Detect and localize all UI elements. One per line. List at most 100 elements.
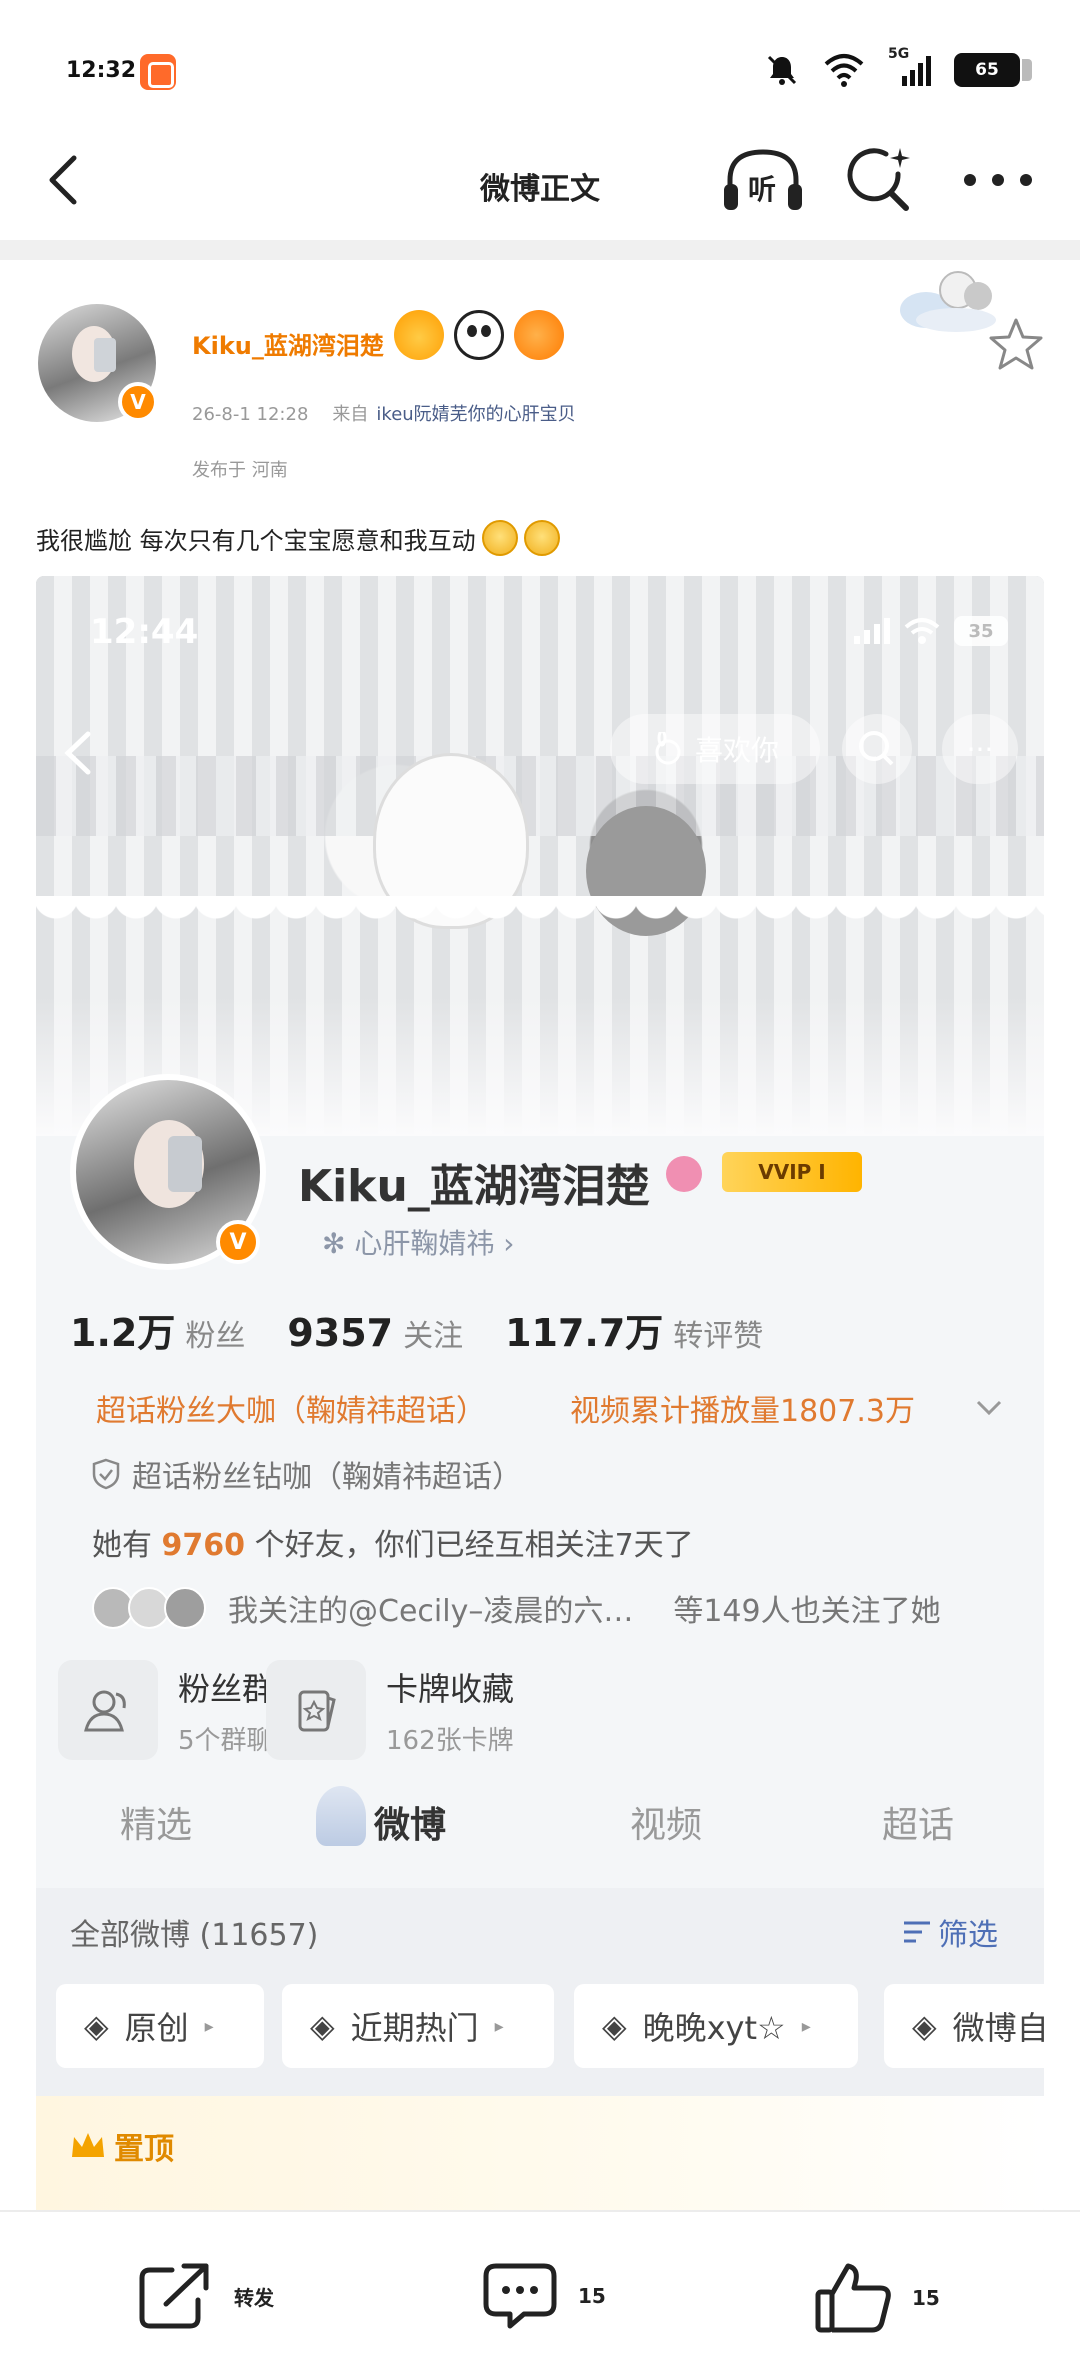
like-button[interactable]: 15 [814,2260,940,2336]
pinned-label: 置顶 [70,2124,174,2168]
shot-tab-featured: 精选 [120,1805,193,1846]
shot-profile-tabs: 精选 微博 视频 超话 [36,1782,1044,1862]
super-topic-fan-label: 超话粉丝大咖（鞠婧祎超话） [96,1394,486,1429]
action-bar: 转发 15 15 [0,2210,1080,2372]
mute-icon [767,55,797,85]
fan-group-card: 粉丝群 5个群聊 [58,1660,274,1760]
section-divider [0,240,1080,260]
status-icons: 5G 65 [764,46,1032,88]
shot-verified-badge: V [216,1220,260,1264]
video-plays-label: 视频累计播放量1807.3万 [570,1394,915,1429]
chip-original: ◈ 原创 ▸ [56,1984,264,2068]
post-text: 我很尴尬 每次只有几个宝宝愿意和我互动 [36,520,560,556]
listen-label: 听 [748,173,777,206]
comment-icon [483,2263,557,2329]
card-collection-icon [266,1660,366,1760]
shot-tab-video: 视频 [630,1805,703,1846]
filter-icon [904,1921,930,1943]
shot-tab-topic: 超话 [882,1805,955,1846]
chevron-down-icon [976,1400,1002,1416]
more-icon[interactable] [960,156,1036,204]
fans-count: 1.2万 [70,1311,176,1355]
layers-icon: ◈ [310,2007,335,2045]
pinned-bar [36,2096,1044,2216]
from-label: 来自 [332,404,369,425]
post-source[interactable]: ikeu阮婧芜你的心肝宝贝 [376,404,575,425]
wifi-icon [824,54,864,87]
banner-lace [36,896,1044,956]
user-badges [394,310,564,360]
share-icon [139,2263,209,2329]
layers-icon: ◈ [602,2007,627,2045]
mutual-follow-line: 我关注的@Cecily–凌晨的六… 等149人也关注了她 [92,1586,941,1630]
fans-label: 粉丝 [185,1319,246,1354]
comment-count: 15 [578,2284,606,2308]
shot-vvip-badge: VVIP I [722,1152,862,1192]
cupcake-tab-icon [316,1786,366,1846]
mutual-count: 等149人也关注了她 [673,1594,941,1629]
shot-profile-name: Kiku_蓝湖湾泪楚 [298,1161,650,1212]
shot-search-icon [842,714,912,784]
fan-group-icon [58,1660,158,1760]
goldfish-badge-icon[interactable] [514,310,564,360]
shot-pink-badge-icon [666,1156,702,1192]
mutual-text: 我关注的@Cecily–凌晨的六… [228,1594,634,1629]
mutual-avatar-3 [164,1587,206,1629]
ai-search-icon[interactable] [842,144,914,216]
nav-bar: 微博正文 听 [0,130,1080,240]
friends-line: 她有 9760 个好友，你们已经互相关注7天了 [92,1528,694,1563]
author-name[interactable]: Kiku_蓝湖湾泪楚 [192,326,384,361]
post-location: 发布于 河南 [192,460,288,481]
shot-status-icons: 35 [854,616,1008,646]
engagement-count: 117.7万 [505,1311,664,1355]
chip-hot: ◈ 近期热门 ▸ [282,1984,554,2068]
shot-tagline: ✻ 心肝鞠婧祎 › [322,1227,515,1260]
repost-button[interactable]: 转发 [136,2260,274,2332]
chip-weibo-more: ◈ 微博自 [884,1984,1044,2068]
crown-badge-icon[interactable] [394,310,444,360]
repost-label: 转发 [234,2285,274,2310]
shot-stats: 1.2万 粉丝 9357 关注 117.7万 转评赞 [70,1302,763,1357]
verified-badge: V [118,382,158,422]
shot-wifi-icon [904,618,940,644]
panda-badge-icon[interactable] [454,310,504,360]
post-body: 我很尴尬 每次只有几个宝宝愿意和我互动 [36,526,476,555]
shot-signal-icon [854,618,890,644]
fan-group-sub: 5个群聊 [178,1725,273,1756]
post-image[interactable]: 12:44 35 喜欢你 ··· V Kiku_蓝湖湾泪楚 VVIP I ✻ 心… [36,576,1044,2216]
crown-icon [72,2133,104,2157]
favorite-star-icon[interactable] [988,316,1044,372]
shot-like-button: 喜欢你 [610,714,820,784]
thumbs-up-icon [815,2263,891,2333]
shot-filter: 筛选 [902,1910,998,1954]
page-title: 微博正文 [480,172,600,207]
shot-like-label: 喜欢你 [694,734,779,767]
chip-custom: ◈ 晚晚xyt☆ ▸ [574,1984,858,2068]
cards-collection-card: 卡牌收藏 162张卡牌 [266,1660,514,1760]
comment-button[interactable]: 15 [480,2260,606,2332]
layers-icon: ◈ [912,2007,937,2045]
status-time: 12:32 [66,58,137,83]
shot-bunny-icon [655,732,681,765]
shot-battery-icon: 35 [954,616,1008,646]
shot-battery-level: 35 [968,620,994,642]
listen-button[interactable]: 听 [720,144,806,216]
status-bar: 12:32 5G 65 [0,0,1080,130]
cellular-signal-icon: 5G [888,46,932,88]
app-notification-icon [140,54,176,90]
friends-count: 9760 [161,1528,246,1563]
all-weibo-count: 全部微博 (11657) [70,1918,319,1953]
cards-title: 卡牌收藏 [386,1669,515,1708]
shot-back-icon [64,731,91,775]
like-count: 15 [912,2286,940,2310]
battery-icon: 65 [954,53,1032,87]
engagement-label: 转评赞 [673,1319,764,1354]
doge-emoji-icon [481,520,518,556]
shot-tab-weibo: 微博 [374,1805,447,1846]
super-topic-diamond-label: 超话粉丝钻咖（鞠婧祎超话） [132,1460,522,1495]
chevron-right-icon: › [494,1227,515,1260]
post-meta: 26-8-1 12:28 来自 ikeu阮婧芜你的心肝宝贝 [192,400,576,426]
following-label: 关注 [403,1319,464,1354]
super-topic-diamond: 超话粉丝钻咖（鞠婧祎超话） [92,1452,522,1496]
network-type: 5G [888,46,910,62]
